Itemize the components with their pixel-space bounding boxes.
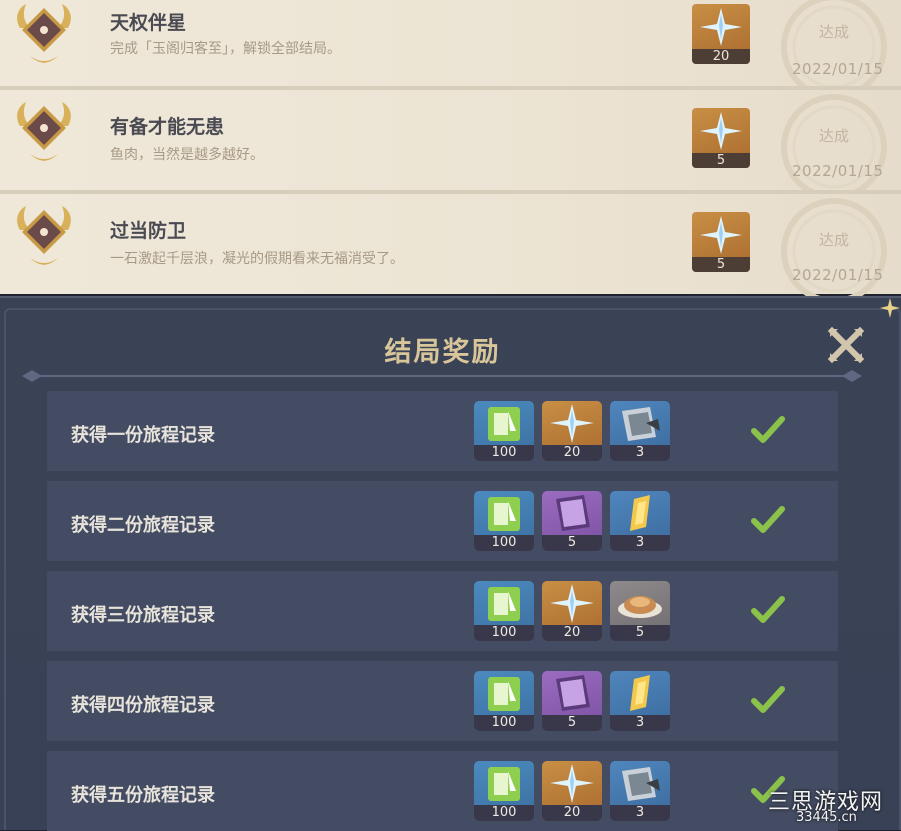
adventure-exp-icon	[488, 407, 520, 441]
achievement-description: 一石激起千层浪，凝光的假期看来无福消受了。	[110, 251, 404, 267]
reward-item[interactable]: 3	[610, 761, 670, 821]
completed-status: 达成	[819, 127, 850, 145]
achievement-list: 天权伴星 完成「玉阁归客至」，解锁全部结局。 20 达成 2022/01/15 …	[0, 0, 901, 304]
talent-book-icon	[556, 675, 590, 711]
reward-task-row: 获得一份旅程记录 100 20 3	[47, 391, 838, 471]
check-icon	[751, 596, 785, 623]
reward-item[interactable]: 100	[474, 671, 534, 731]
achievement-row[interactable]: 有备才能无患 鱼肉，当然是越多越好。 5 达成 2022/01/15	[0, 90, 901, 200]
reward-item[interactable]: 5	[542, 491, 602, 551]
reward-item[interactable]: 20	[542, 401, 602, 461]
reward-quantity: 5	[692, 257, 750, 272]
check-icon	[751, 686, 785, 713]
task-label: 获得四份旅程记录	[71, 695, 215, 716]
star-corner-icon	[880, 298, 900, 318]
primogem-icon	[550, 764, 594, 803]
mystic-ore-icon	[630, 495, 650, 531]
reward-task-row: 获得三份旅程记录 100 20 5	[47, 571, 838, 651]
item-quantity: 3	[610, 535, 670, 551]
primogem-icon	[550, 584, 594, 623]
hero-wit-icon	[622, 767, 660, 801]
food-dish-icon	[618, 596, 662, 618]
primogem-icon	[700, 8, 742, 46]
item-quantity: 3	[610, 445, 670, 461]
achievement-title: 天权伴星	[110, 12, 187, 34]
item-quantity: 20	[542, 445, 602, 461]
adventure-exp-icon	[488, 767, 520, 801]
item-quantity: 100	[474, 535, 534, 551]
adventure-exp-icon	[488, 587, 520, 621]
reward-quantity: 20	[692, 49, 750, 64]
achievement-row[interactable]: 天权伴星 完成「玉阁归客至」，解锁全部结局。 20 达成 2022/01/15	[0, 0, 901, 100]
reward-item[interactable]: 20	[692, 4, 750, 64]
task-label: 获得一份旅程记录	[71, 425, 215, 446]
reward-item[interactable]: 3	[610, 401, 670, 461]
reward-item[interactable]: 5	[692, 108, 750, 168]
reward-item[interactable]: 3	[610, 671, 670, 731]
adventure-exp-icon	[488, 677, 520, 711]
task-label: 获得五份旅程记录	[71, 785, 215, 806]
hero-wit-icon	[622, 407, 660, 441]
watermark-url: 33445.cn	[796, 810, 857, 825]
completed-status: 达成	[819, 23, 850, 41]
primogem-icon	[700, 112, 742, 150]
adventure-exp-icon	[488, 497, 520, 531]
title-divider	[22, 370, 862, 382]
achievement-description: 完成「玉阁归客至」，解锁全部结局。	[110, 41, 341, 57]
check-icon	[751, 506, 785, 533]
talent-book-icon	[556, 495, 590, 531]
item-quantity: 100	[474, 715, 534, 731]
item-quantity: 3	[610, 715, 670, 731]
item-quantity: 20	[542, 805, 602, 821]
task-label: 获得二份旅程记录	[71, 515, 215, 536]
completion-date: 2022/01/15	[792, 266, 884, 284]
reward-task-row: 获得五份旅程记录 100 20 3	[47, 751, 838, 831]
item-quantity: 100	[474, 625, 534, 641]
achievement-title: 有备才能无患	[110, 116, 225, 138]
reward-item[interactable]: 5	[542, 671, 602, 731]
achievement-emblem-icon	[17, 206, 71, 265]
item-quantity: 5	[542, 715, 602, 731]
reward-item[interactable]: 5	[692, 212, 750, 272]
achievement-title: 过当防卫	[110, 220, 187, 242]
primogem-icon	[550, 404, 594, 443]
reward-item[interactable]: 20	[542, 761, 602, 821]
item-quantity: 5	[610, 625, 670, 641]
reward-quantity: 5	[692, 153, 750, 168]
reward-item[interactable]: 20	[542, 581, 602, 641]
reward-item[interactable]: 100	[474, 401, 534, 461]
completed-seal-icon	[781, 198, 887, 304]
item-quantity: 5	[542, 535, 602, 551]
reward-item[interactable]: 3	[610, 491, 670, 551]
completed-status: 达成	[819, 231, 850, 249]
close-x-icon[interactable]	[826, 326, 866, 364]
item-quantity: 3	[610, 805, 670, 821]
reward-item[interactable]: 100	[474, 491, 534, 551]
mystic-ore-icon	[630, 675, 650, 711]
item-quantity: 20	[542, 625, 602, 641]
primogem-icon	[700, 216, 742, 254]
completed-seal-icon	[781, 94, 887, 200]
reward-task-row: 获得二份旅程记录 100 5 3	[47, 481, 838, 561]
completion-date: 2022/01/15	[792, 60, 884, 78]
completion-date: 2022/01/15	[792, 162, 884, 180]
achievement-description: 鱼肉，当然是越多越好。	[110, 147, 264, 163]
achievement-emblem-icon	[17, 102, 71, 161]
dialog-title: 结局奖励	[384, 337, 501, 368]
reward-item[interactable]: 5	[610, 581, 670, 641]
task-label: 获得三份旅程记录	[71, 605, 215, 626]
achievement-row[interactable]: 过当防卫 一石激起千层浪，凝光的假期看来无福消受了。 5 达成 2022/01/…	[0, 194, 901, 304]
item-quantity: 100	[474, 445, 534, 461]
check-icon	[751, 416, 785, 443]
reward-item[interactable]: 100	[474, 581, 534, 641]
item-quantity: 100	[474, 805, 534, 821]
reward-task-row: 获得四份旅程记录 100 5 3	[47, 661, 838, 741]
achievement-emblem-icon	[17, 4, 71, 63]
reward-item[interactable]: 100	[474, 761, 534, 821]
